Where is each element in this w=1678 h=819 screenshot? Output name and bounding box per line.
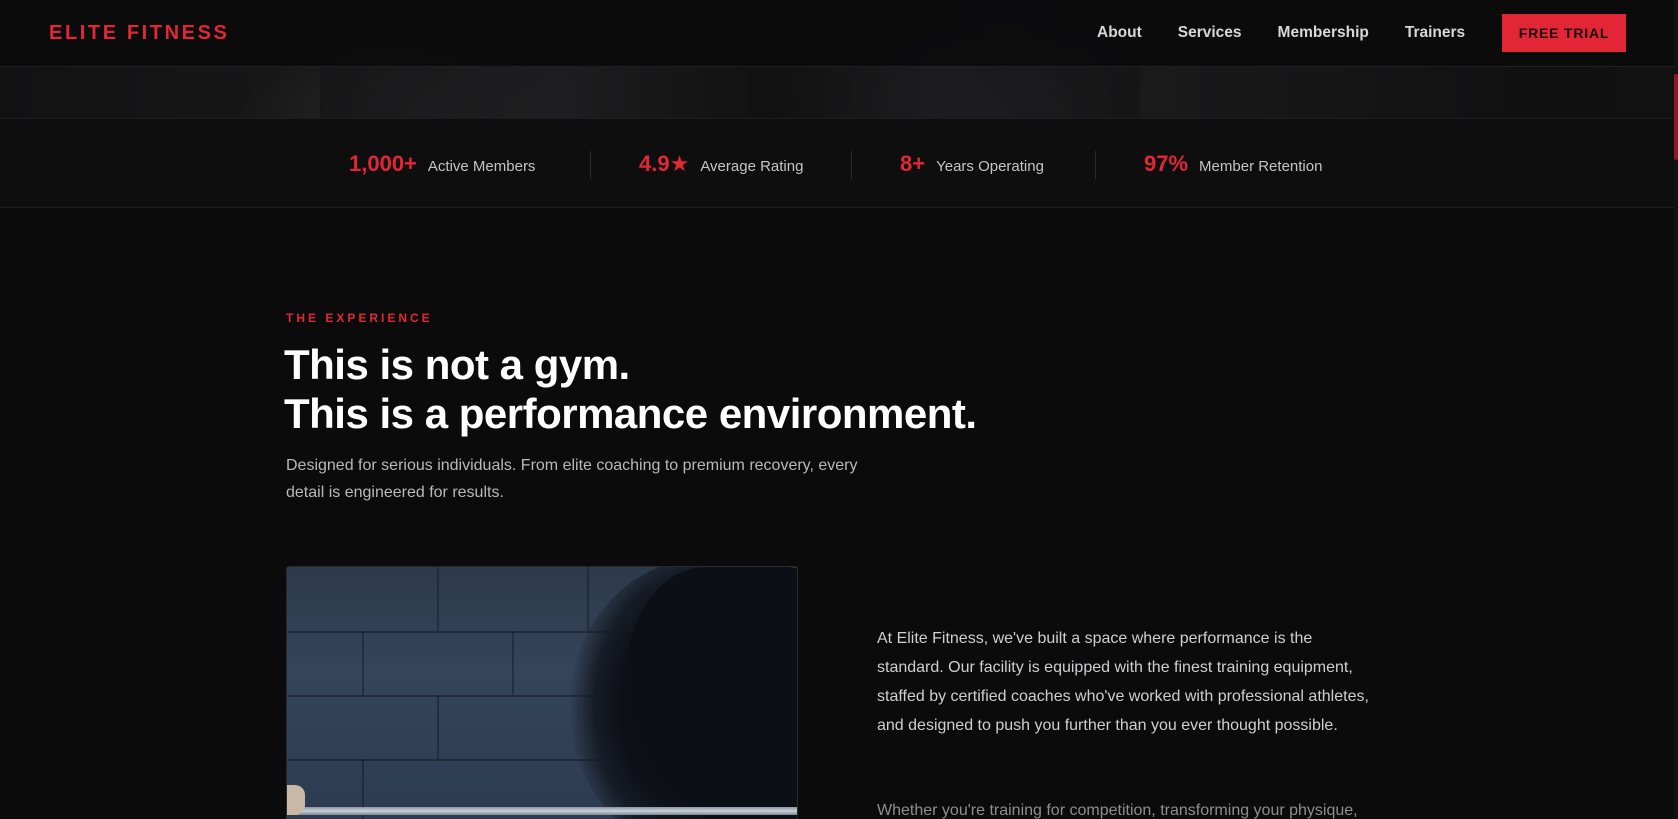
nav-link-about[interactable]: About — [1097, 24, 1142, 42]
headline-line-1: This is not a gym. — [284, 341, 630, 388]
stat-label: Average Rating — [700, 158, 804, 175]
photo-detail — [437, 695, 439, 759]
stat-divider — [1095, 151, 1096, 179]
scrollbar-track[interactable] — [1674, 0, 1678, 819]
stat-average-rating: 4.9★ Average Rating — [639, 151, 803, 177]
photo-detail — [587, 567, 589, 631]
nav-links: About Services Membership Trainers — [1097, 24, 1465, 42]
stat-label: Years Operating — [936, 158, 1044, 175]
headline-line-2: This is a performance environment. — [284, 390, 977, 437]
stat-value: 1,000+ — [349, 151, 417, 176]
section-body-paragraph-2: Whether you're training for competition,… — [877, 802, 1358, 819]
stat-label: Member Retention — [1199, 158, 1323, 175]
stat-value: 8+ — [900, 151, 926, 176]
stat-value: 4.9★ — [639, 151, 690, 176]
stats-bar: 1,000+ Active Members 4.9★ Average Ratin… — [0, 118, 1678, 208]
nav-link-trainers[interactable]: Trainers — [1405, 24, 1465, 42]
stat-value: 97% — [1144, 151, 1189, 176]
photo-detail — [512, 631, 514, 695]
stat-member-retention: 97% Member Retention — [1144, 151, 1322, 177]
stat-active-members: 1,000+ Active Members — [349, 151, 535, 177]
stat-divider — [851, 151, 852, 179]
nav-link-membership[interactable]: Membership — [1278, 24, 1369, 42]
photo-detail — [287, 785, 305, 815]
top-navigation: ELITE FITNESS About Services Membership … — [0, 0, 1678, 67]
scrollbar-thumb[interactable] — [1674, 74, 1678, 160]
brand-logo[interactable]: ELITE FITNESS — [49, 22, 229, 45]
section-eyebrow: THE EXPERIENCE — [286, 311, 433, 325]
section-subcopy: Designed for serious individuals. From e… — [286, 457, 858, 501]
stat-divider — [590, 151, 591, 179]
section-headline: This is not a gym. This is a performance… — [284, 340, 977, 438]
photo-detail — [287, 807, 797, 815]
page: ELITE FITNESS About Services Membership … — [0, 0, 1678, 819]
athlete-training-photo — [286, 566, 798, 819]
photo-detail — [437, 567, 439, 631]
hero-image-detail — [320, 66, 1140, 118]
stat-label: Active Members — [427, 158, 536, 175]
stat-years-operating: 8+ Years Operating — [900, 151, 1044, 177]
hero-image-detail — [1145, 66, 1525, 118]
nav-link-services[interactable]: Services — [1178, 24, 1242, 42]
free-trial-button[interactable]: FREE TRIAL — [1502, 14, 1626, 52]
photo-detail — [362, 631, 364, 695]
section-body-paragraph-1: At Elite Fitness, we've built a space wh… — [877, 630, 1369, 734]
